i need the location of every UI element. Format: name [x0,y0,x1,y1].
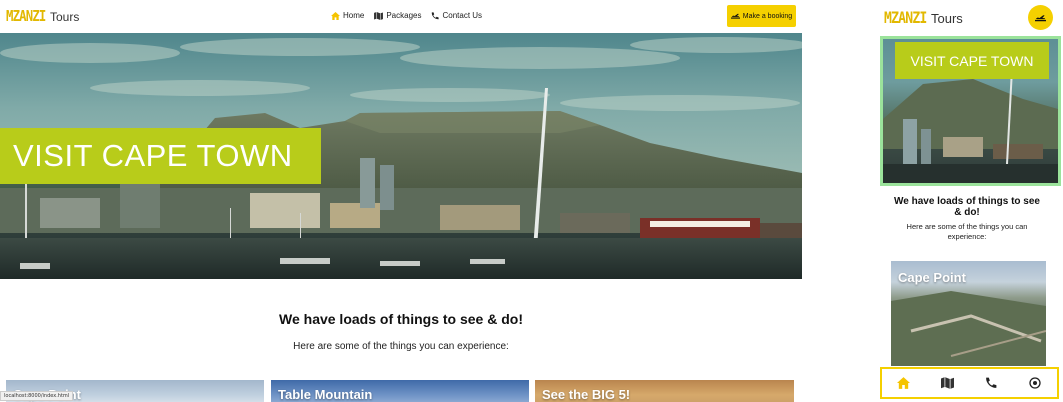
brand-sub[interactable]: Tours [50,10,79,24]
brand-logo[interactable]: MZANZI [884,8,927,27]
nav-home[interactable]: Home [331,11,364,20]
mobile-brand[interactable]: MZANZI Tours [884,8,963,27]
mobile-section-title: We have loads of things to see & do! [894,196,1040,218]
map-icon [374,11,384,20]
nav-packages[interactable]: Packages [374,11,421,20]
mobile-bottom-nav [880,367,1059,399]
mobile-nav-packages[interactable] [940,375,956,391]
card-label: See the BIG 5! [542,387,631,402]
compass-icon [1029,377,1041,389]
mobile-nav-contact[interactable] [983,375,999,391]
mobile-booking-button[interactable] [1028,5,1053,30]
brand[interactable]: MZANZI Tours [6,7,79,25]
mobile-hero-image: VISIT CAPE TOWN [883,39,1058,183]
mobile-navbar: MZANZI Tours [878,0,1063,35]
desktop-view: MZANZI Tours Home Packages Contact Us Ma… [0,0,802,402]
nav-packages-label: Packages [386,11,422,20]
brand-sub[interactable]: Tours [931,11,963,26]
section-title: We have loads of things to see & do! [279,311,523,327]
plane-icon [1035,14,1046,21]
home-icon [897,377,911,389]
phone-icon [986,377,997,388]
plane-icon [730,13,740,19]
mobile-hero-title-banner: VISIT CAPE TOWN [895,42,1049,79]
navbar: MZANZI Tours Home Packages Contact Us Ma… [0,0,802,33]
hero-title-banner: VISIT CAPE TOWN [0,128,321,184]
status-bar-url: localhost:8000/index.html [0,391,74,401]
mobile-hero-title: VISIT CAPE TOWN [910,52,1034,69]
nav-links: Home Packages Contact Us [331,11,482,20]
brand-logo[interactable]: MZANZI [6,7,46,25]
mobile-hero-frame: VISIT CAPE TOWN [880,36,1061,186]
nav-contact[interactable]: Contact Us [431,11,482,20]
mobile-nav-home[interactable] [896,375,912,391]
card-label: Cape Point [898,270,966,285]
card-table-mountain[interactable]: Table Mountain [271,380,529,402]
phone-icon [432,11,440,19]
home-icon [331,11,340,20]
hero-title: VISIT CAPE TOWN [13,138,293,173]
make-booking-button[interactable]: Make a booking [727,5,796,27]
hero-image: VISIT CAPE TOWN [0,33,802,279]
card-big-five[interactable]: See the BIG 5! [535,380,794,402]
mobile-card-cape-point[interactable]: Cape Point [891,261,1046,366]
map-icon [941,377,955,389]
mobile-nav-other[interactable] [1027,375,1043,391]
nav-home-label: Home [343,11,365,20]
mobile-section-subtitle: Here are some of the things you can expe… [906,222,1028,241]
card-label: Table Mountain [278,387,373,402]
nav-contact-label: Contact Us [442,11,483,20]
make-booking-label: Make a booking [742,12,793,20]
mobile-view: MZANZI Tours VISIT CAPE TOWN We have loa… [878,0,1063,402]
section-subtitle: Here are some of the things you can expe… [293,341,509,352]
